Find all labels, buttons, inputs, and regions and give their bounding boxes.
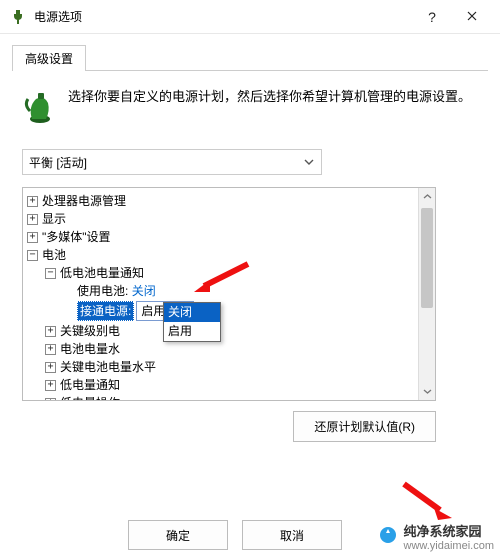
tree-node-display[interactable]: + 显示 [27,210,435,228]
watermark-name: 纯净系统家园 [404,521,494,540]
titlebar: 电源选项 ? [0,0,500,34]
dropdown-option-off[interactable]: 关闭 [164,303,220,322]
expand-icon[interactable]: + [45,344,56,355]
expand-icon[interactable]: + [27,232,38,243]
tree-node-cpu-power[interactable]: + 处理器电源管理 [27,192,435,210]
plugged-in-label: 接通电源: [77,301,134,321]
intro-text: 选择你要自定义的电源计划，然后选择你希望计算机管理的电源设置。 [68,87,471,125]
tree-node-multimedia[interactable]: + "多媒体"设置 [27,228,435,246]
tree-node-battery-level[interactable]: + 电池电量水 [27,340,435,358]
power-plug-icon [10,9,26,25]
dropdown-option-on[interactable]: 启用 [164,322,220,341]
tab-strip: 高级设置 [0,34,500,70]
tree-leaf-plugged-in[interactable]: 接通电源: 启用 [27,300,435,322]
tree-node-low-notify[interactable]: + 低电量通知 [27,376,435,394]
power-plan-icon [22,89,54,125]
window-title: 电源选项 [34,8,412,25]
watermark-logo-icon [378,525,398,548]
plugged-in-value: 启用 [141,302,165,320]
help-button[interactable]: ? [412,3,452,31]
tree-node-critical-level[interactable]: + 关键级别电 [27,322,435,340]
collapse-icon[interactable]: − [27,250,38,261]
help-icon: ? [428,9,436,25]
scroll-down-button[interactable] [419,383,435,400]
expand-icon[interactable]: + [45,380,56,391]
tree-scrollbar[interactable] [418,188,435,400]
restore-defaults-button[interactable]: 还原计划默认值(R) [293,411,436,442]
intro-row: 选择你要自定义的电源计划，然后选择你希望计算机管理的电源设置。 [22,87,478,125]
plugged-in-dropdown[interactable]: 关闭 启用 [163,302,221,342]
annotation-arrow-icon [190,260,250,296]
on-battery-value[interactable]: 关闭 [132,282,156,300]
ok-button[interactable]: 确定 [128,520,228,550]
scroll-up-button[interactable] [419,188,435,205]
expand-icon[interactable]: + [45,362,56,373]
tree-node-critical-battery-level[interactable]: + 关键电池电量水平 [27,358,435,376]
expand-icon[interactable]: + [27,214,38,225]
watermark: 纯净系统家园 www.yidaimei.com [374,521,494,552]
watermark-url: www.yidaimei.com [404,540,494,552]
expand-icon[interactable]: + [27,196,38,207]
chevron-down-icon [303,156,315,168]
expand-icon[interactable]: + [45,398,56,402]
tree-node-low-action[interactable]: + 低电量操作 [27,394,435,401]
power-plan-select[interactable]: 平衡 [活动] [22,149,322,175]
close-button[interactable] [452,3,492,31]
scroll-thumb[interactable] [421,208,433,308]
expand-icon[interactable]: + [45,326,56,337]
cancel-button[interactable]: 取消 [242,520,342,550]
close-icon [467,10,477,24]
tab-advanced-settings[interactable]: 高级设置 [12,45,86,71]
collapse-icon[interactable]: − [45,268,56,279]
annotation-arrow-icon [400,480,456,520]
content-area: 选择你要自定义的电源计划，然后选择你希望计算机管理的电源设置。 平衡 [活动] … [0,71,500,442]
power-plan-selected: 平衡 [活动] [29,154,87,171]
